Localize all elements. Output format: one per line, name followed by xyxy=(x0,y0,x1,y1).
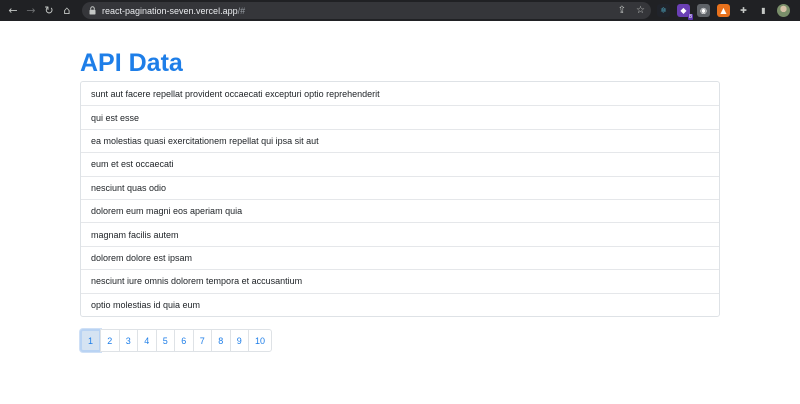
page-link-8[interactable]: 8 xyxy=(211,329,231,352)
data-list: sunt aut facere repellat provident occae… xyxy=(80,81,720,317)
page-link-9[interactable]: 9 xyxy=(229,329,250,352)
home-icon[interactable]: ⌂ xyxy=(58,0,76,21)
puzzle-icon[interactable]: ✚ xyxy=(737,4,750,17)
address-bar[interactable]: react-pagination-seven.vercel.app/# ⇪ ☆ xyxy=(82,2,651,19)
list-item: sunt aut facere repellat provident occae… xyxy=(91,88,380,99)
profile-avatar[interactable] xyxy=(777,4,790,17)
extension-badge: 8 xyxy=(687,14,693,20)
page-link-7[interactable]: 7 xyxy=(192,329,213,352)
page-link-10[interactable]: 10 xyxy=(248,329,273,352)
pagination: 1 2 3 4 5 6 7 8 9 10 xyxy=(80,329,273,352)
browser-toolbar: ← → ↻ ⌂ react-pagination-seven.vercel.ap… xyxy=(0,0,800,21)
back-icon[interactable]: ← xyxy=(4,0,22,21)
react-devtools-icon[interactable]: ⚛ xyxy=(657,4,670,17)
extensions-area: ⚛◆8◉▲✚▮⋮ xyxy=(651,0,800,21)
list-item: optio molestias id quia eum xyxy=(81,292,719,316)
extension-purple-icon[interactable]: ◆ 8 xyxy=(677,4,693,20)
extension-orange-icon[interactable]: ▲ xyxy=(717,4,730,17)
extension-gray-icon[interactable]: ◉ xyxy=(697,4,710,17)
page-link-4[interactable]: 4 xyxy=(137,329,157,352)
page-link-3[interactable]: 3 xyxy=(118,329,139,352)
page-link-6[interactable]: 6 xyxy=(174,329,194,352)
page-content: API Data sunt aut facere repellat provid… xyxy=(0,21,800,404)
list-item: ea molestias quasi exercitationem repell… xyxy=(81,128,719,152)
page-link-2[interactable]: 2 xyxy=(100,329,120,352)
page-title: API Data xyxy=(80,49,183,77)
list-item: dolorem dolore est ipsam xyxy=(81,245,719,269)
sidepanel-icon[interactable]: ▮ xyxy=(757,4,770,17)
list-item: dolorem eum magni eos aperiam quia xyxy=(81,198,719,222)
url-host: react-pagination-seven.vercel.app xyxy=(102,5,238,16)
share-icon[interactable]: ⇪ xyxy=(618,2,626,19)
bookmark-star-icon[interactable]: ☆ xyxy=(636,2,645,19)
list-item: qui est esse xyxy=(81,105,719,128)
forward-icon[interactable]: → xyxy=(22,0,40,21)
list-item: magnam facilis autem xyxy=(81,222,719,245)
list-item: nesciunt iure omnis dolorem tempora et a… xyxy=(81,269,719,292)
reload-icon[interactable]: ↻ xyxy=(40,0,58,21)
lock-icon[interactable] xyxy=(88,6,97,16)
list-item: nesciunt quas odio xyxy=(81,175,719,199)
page-link-5[interactable]: 5 xyxy=(155,329,176,352)
list-item: eum et est occaecati xyxy=(81,152,719,175)
page-link-1[interactable]: 1 xyxy=(80,329,102,352)
url-path: /# xyxy=(237,5,246,16)
